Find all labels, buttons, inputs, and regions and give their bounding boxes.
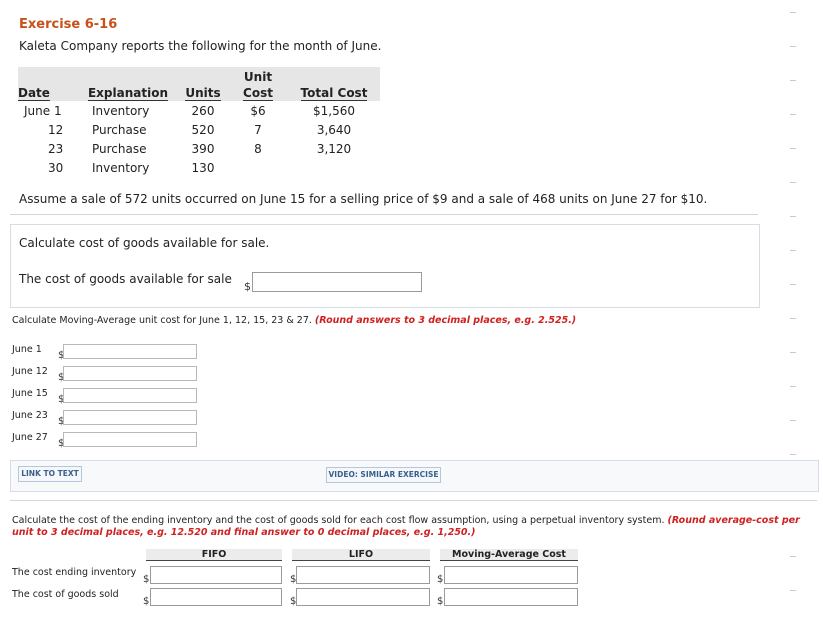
exercise-intro: Kaleta Company reports the following for… [19, 39, 382, 53]
part3-prompt: Calculate the cost of the ending invento… [12, 515, 817, 539]
cost-goods-available-input[interactable] [252, 272, 422, 292]
june12-label: June 12 [12, 366, 48, 377]
june23-avg-cost-input[interactable] [63, 410, 197, 425]
table-row: 12 Purchase 520 7 3,640 [48, 122, 352, 137]
col-total-cost-header: Total Cost [300, 86, 368, 101]
part3-prompt-text: Calculate the cost of the ending invento… [12, 515, 665, 526]
part1-label: The cost of goods available for sale [19, 272, 232, 286]
col-explanation-header: Explanation [87, 86, 168, 101]
video-similar-exercise-button[interactable]: VIDEO: SIMILAR EXERCISE [326, 467, 441, 483]
part2-rounding-note: (Round answers to 3 decimal places, e.g.… [314, 315, 577, 326]
june1-label: June 1 [12, 344, 42, 355]
june27-avg-cost-input[interactable] [63, 432, 197, 447]
june15-avg-cost-input[interactable] [63, 388, 197, 403]
part2-prompt: Calculate Moving-Average unit cost for J… [12, 315, 576, 326]
table-row: June 1 Inventory 260 $6 $1,560 [24, 103, 355, 118]
sale-assumption: Assume a sale of 572 units occurred on J… [19, 192, 708, 206]
june27-label: June 27 [12, 432, 48, 443]
divider [10, 500, 817, 501]
cogs-lifo-input[interactable] [296, 588, 430, 606]
ending-inventory-fifo-input[interactable] [150, 566, 282, 584]
col-moving-average-header: Moving-Average Cost [440, 549, 578, 561]
currency-symbol: $ [244, 280, 251, 293]
part2-prompt-text: Calculate Moving-Average unit cost for J… [12, 315, 312, 326]
col-unit-cost-header-bottom: Cost [243, 86, 273, 101]
divider [10, 214, 758, 215]
currency-symbol: $ [437, 574, 444, 585]
col-date-header-label: Date [18, 86, 50, 101]
part1-prompt: Calculate cost of goods available for sa… [19, 236, 270, 250]
col-units-header: Units [185, 86, 221, 101]
table-row: 30 Inventory 130 [48, 160, 215, 175]
ending-inventory-label: The cost ending inventory [12, 567, 137, 578]
june23-label: June 23 [12, 410, 48, 421]
table-row: 23 Purchase 390 8 3,120 [48, 141, 352, 156]
currency-symbol: $ [143, 596, 150, 607]
inventory-table: Unit Date Explanation Units Cost Total C… [18, 67, 380, 177]
cogs-label: The cost of goods sold [12, 589, 119, 600]
link-to-text-button[interactable]: LINK TO TEXT [18, 466, 82, 482]
currency-symbol: $ [437, 596, 444, 607]
currency-symbol: $ [143, 574, 150, 585]
exercise-title: Exercise 6-16 [19, 17, 118, 32]
ending-inventory-moving-average-input[interactable] [444, 566, 578, 584]
col-date-header [18, 67, 78, 84]
june12-avg-cost-input[interactable] [63, 366, 197, 381]
col-fifo-header: FIFO [146, 549, 282, 561]
cogs-fifo-input[interactable] [150, 588, 282, 606]
ending-inventory-lifo-input[interactable] [296, 566, 430, 584]
cogs-moving-average-input[interactable] [444, 588, 578, 606]
june1-avg-cost-input[interactable] [63, 344, 197, 359]
june15-label: June 15 [12, 388, 48, 399]
col-unit-cost-header-top: Unit [228, 67, 288, 84]
col-lifo-header: LIFO [292, 549, 430, 561]
